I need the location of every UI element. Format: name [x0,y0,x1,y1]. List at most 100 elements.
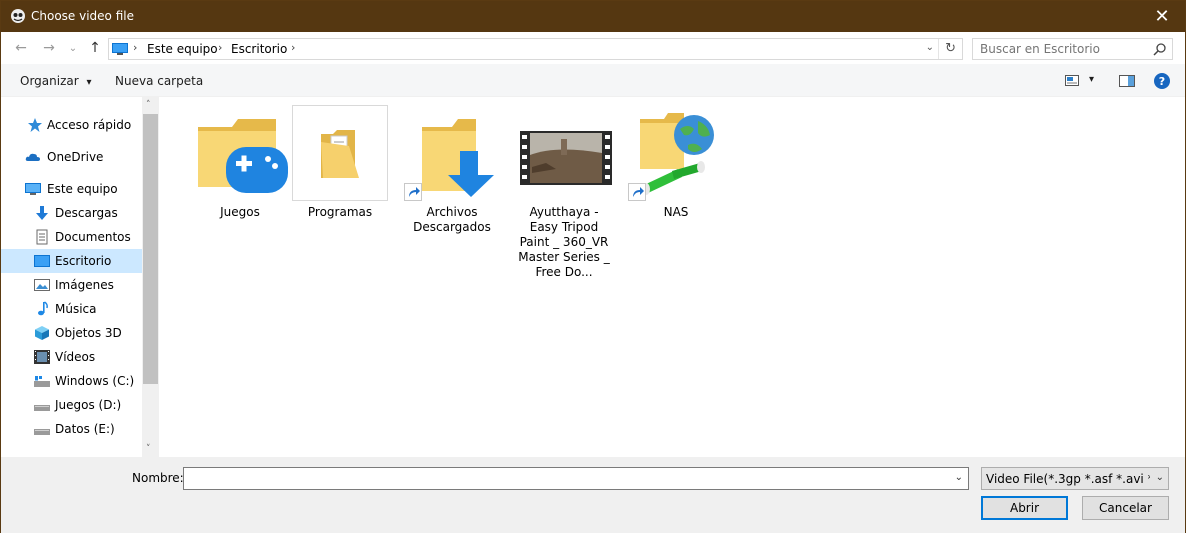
refresh-icon[interactable]: ↻ [945,41,956,56]
chevron-down-icon: ▾ [86,77,92,88]
sidebar-item-acceso-rapido[interactable]: Acceso rápido [1,113,142,137]
chevron-down-icon[interactable]: ⌄ [955,472,963,483]
navigation-scrollbar[interactable]: ˄ ˅ [142,97,159,457]
sidebar-item-label: Objetos 3D [55,326,122,340]
sidebar-item-este-equipo[interactable]: Este equipo [1,177,142,201]
open-button-label: Abrir [1009,501,1040,515]
help-glyph: ? [1159,75,1165,88]
chevron-down-icon: ⌄ [68,42,78,54]
file-item-ayutthaya-video[interactable]: Ayutthaya - Easy Tripod Paint _ 360_VR M… [513,105,615,280]
preview-pane-icon[interactable] [1119,75,1135,87]
arrow-right-icon: → [43,40,55,56]
filename-label: Nombre: [132,471,184,485]
download-icon [36,206,48,220]
sidebar-item-label: Escritorio [55,254,112,268]
filename-input[interactable] [184,468,944,489]
file-item-nas[interactable]: NAS [627,105,725,220]
sidebar-item-label: Documentos [55,230,131,244]
desktop-icon [34,255,50,267]
computer-icon [25,183,41,195]
arrow-up-icon: ↑ [89,40,101,56]
programs-folder-icon [321,130,359,178]
file-type-value: Video File(*.3gp *.asf *.avi *.dat [986,472,1150,486]
scroll-down-icon[interactable]: ˅ [146,444,151,454]
address-bar[interactable]: › Este equipo › Escritorio › ⌄ ↻ [108,38,963,60]
drive-icon [34,429,50,435]
file-name: Juegos [220,205,260,219]
arrow-left-icon: ← [15,40,27,56]
cloud-icon [25,153,40,161]
file-name: Archivos Descargados [413,205,491,234]
cube-icon [35,326,49,340]
computer-icon [112,43,128,55]
navigation-pane: Acceso rápido OneDrive Este equipo Desca… [1,97,142,457]
dialog-footer: Nombre: ⌄ Video File(*.3gp *.asf *.avi *… [1,457,1185,533]
cancel-button-label: Cancelar [1099,501,1152,515]
organize-label: Organizar [20,74,79,88]
help-icon[interactable]: ? [1154,73,1170,89]
close-button[interactable]: ✕ [1139,1,1185,32]
view-dropdown-icon[interactable]: ▾ [1089,74,1094,85]
file-name: Ayutthaya - Easy Tripod Paint _ 360_VR M… [518,205,610,279]
sidebar-item-label: Datos (E:) [55,422,115,436]
up-button[interactable]: ↑ [87,40,103,56]
new-folder-button[interactable]: Nueva carpeta [115,74,203,88]
new-folder-label: Nueva carpeta [115,74,204,88]
file-type-select[interactable]: Video File(*.3gp *.asf *.avi *.dat ⌄ [981,467,1169,490]
star-icon [28,118,42,132]
sidebar-item-label: Imágenes [55,278,114,292]
open-button[interactable]: Abrir [981,496,1068,520]
recent-locations-button[interactable]: ⌄ [65,40,81,56]
chevron-down-icon: ⌄ [1155,472,1164,483]
sidebar-item-windows-c[interactable]: Windows (C:) [1,369,142,393]
file-item-archivos-descargados[interactable]: Archivos Descargados [403,105,501,235]
breadcrumb-este-equipo[interactable]: Este equipo [147,42,218,56]
window-title: Choose video file [31,9,134,23]
music-icon [38,301,48,316]
sidebar-item-videos[interactable]: Vídeos [1,345,142,369]
search-box[interactable] [972,38,1173,60]
address-dropdown-button[interactable]: ⌄ [926,42,934,53]
sidebar-item-onedrive[interactable]: OneDrive [1,145,142,169]
file-list: Juegos Programas Archivos Descargados Ay… [159,97,1185,457]
sidebar-item-label: Juegos (D:) [55,398,122,412]
breadcrumb-separator: › [133,41,138,54]
filename-combobox[interactable]: ⌄ [183,467,969,490]
sidebar-item-documentos[interactable]: Documentos [1,225,142,249]
scroll-up-icon[interactable]: ˄ [146,100,151,110]
title-bar: Choose video file ✕ [1,1,1185,32]
cancel-button[interactable]: Cancelar [1082,496,1169,520]
sidebar-item-label: Windows (C:) [55,374,135,388]
back-button[interactable]: ← [13,40,29,56]
sidebar-item-label: Acceso rápido [47,118,132,132]
sidebar-item-escritorio[interactable]: Escritorio [1,249,142,273]
sidebar-item-imagenes[interactable]: Imágenes [1,273,142,297]
file-item-programas[interactable]: Programas [291,105,389,220]
sidebar-item-descargas[interactable]: Descargas [1,201,142,225]
file-item-juegos[interactable]: Juegos [191,105,289,220]
search-input[interactable] [973,39,1148,59]
shortcut-overlay-icon [404,183,422,201]
video-icon [34,350,50,364]
search-icon[interactable] [1153,42,1167,56]
scrollbar-thumb[interactable] [143,114,158,384]
vlc-app-icon [11,9,25,23]
forward-button[interactable]: → [41,40,57,56]
sidebar-item-objetos-3d[interactable]: Objetos 3D [1,321,142,345]
close-icon: ✕ [1154,6,1170,27]
sidebar-item-label: Descargas [55,206,118,220]
document-icon [36,229,48,245]
shortcut-overlay-icon [628,183,646,201]
sidebar-item-juegos-d[interactable]: Juegos (D:) [1,393,142,417]
file-dialog: Choose video file ✕ ← → ⌄ ↑ › Este equip… [0,0,1186,533]
organize-button[interactable]: Organizar ▾ [20,74,92,88]
sidebar-item-datos-e[interactable]: Datos (E:) [1,417,142,441]
drive-icon [34,376,50,387]
video-thumbnail-icon [520,131,612,185]
breadcrumb-escritorio[interactable]: Escritorio [231,42,287,56]
sidebar-item-musica[interactable]: Música [1,297,142,321]
sidebar-item-label: Vídeos [55,350,96,364]
view-options-icon[interactable] [1065,75,1079,86]
file-name: Programas [307,205,373,219]
sidebar-item-label: Música [55,302,97,316]
